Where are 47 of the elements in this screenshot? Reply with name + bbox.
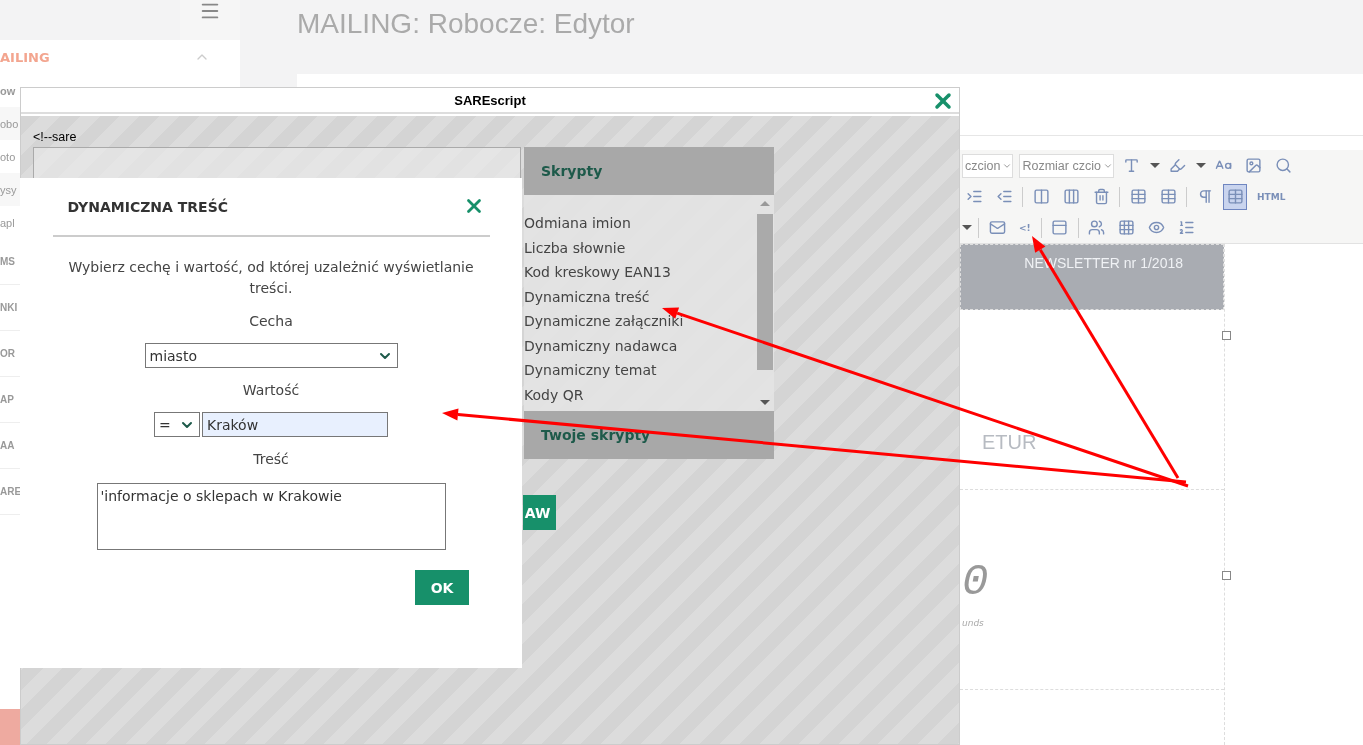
script-item[interactable]: Kody QR [524, 386, 756, 411]
field-label: Wartość [242, 382, 300, 400]
script-item[interactable]: Liczba słownie [524, 239, 756, 264]
dialog-instructions: Wybierz cechę i wartość, od której uzależnić wyświetlanie treści. [67, 258, 475, 298]
sidebar-item[interactable]: NKI [0, 302, 18, 313]
page-title: MAILING: Robocze: Edytor [297, 8, 636, 41]
ok-button[interactable]: OK [415, 570, 469, 605]
sidebar-highlight [0, 709, 20, 745]
counter-caption: unds [962, 618, 985, 628]
toolbar-dropdown[interactable]: czcion [962, 153, 1014, 178]
sidebar-item[interactable]: ARE [0, 486, 22, 497]
field-label: Cecha [249, 313, 293, 331]
sidebar-item[interactable]: AP [0, 394, 14, 405]
resize-handle[interactable] [1222, 331, 1231, 340]
resize-handle[interactable] [1222, 571, 1231, 580]
content-field[interactable]: 'informacje o sklepach w Krakowie [96, 483, 446, 550]
table-icon[interactable] [1223, 183, 1247, 210]
sidebar-item[interactable]: ysy [0, 183, 17, 196]
scripts-header[interactable]: Skrypty [524, 147, 774, 195]
script-item[interactable]: Dynamiczne załączniki [524, 313, 756, 338]
operator-select[interactable]: = [154, 412, 200, 437]
script-item[interactable]: Odmiana imion [524, 215, 756, 240]
sidebar-item[interactable]: AA [0, 440, 15, 451]
toolbar-button[interactable]: HTML [1253, 184, 1290, 209]
sidebar-item[interactable]: ow [0, 84, 16, 97]
sidebar-item[interactable]: oto [0, 150, 16, 163]
section-title[interactable]: AILING [0, 49, 50, 65]
window-title: SAREscript [454, 92, 526, 108]
feature-select[interactable]: miasto [144, 343, 398, 368]
sidebar-item[interactable]: apl [0, 216, 15, 229]
field-label: Treść [253, 451, 289, 469]
script-item[interactable]: Dynamiczny nadawca [524, 337, 756, 362]
code-text: <!--sare [33, 130, 78, 146]
script-item[interactable]: Dynamiczna treść [524, 288, 756, 313]
script-item[interactable]: Kod kreskowy EAN13 [524, 264, 756, 289]
sidebar-item[interactable]: obo [0, 117, 19, 130]
counter-digit: 0 [962, 560, 990, 604]
value-field[interactable]: Kraków [202, 412, 388, 437]
toolbar-dropdown[interactable]: Rozmiar czcio [1019, 153, 1114, 178]
scripts-header[interactable]: Twoje skrypty [524, 411, 774, 459]
script-button[interactable]: AW [523, 495, 556, 530]
sidebar-item[interactable]: MS [0, 256, 15, 267]
newsletter-heading: ETUR [982, 431, 1037, 454]
dialog-title: DYNAMICZNA TREŚĆ [67, 198, 229, 215]
script-item[interactable]: Dynamiczny temat [524, 362, 756, 387]
sidebar-item[interactable]: OR [0, 348, 15, 359]
toolbar-button[interactable]: <! [1015, 215, 1035, 240]
